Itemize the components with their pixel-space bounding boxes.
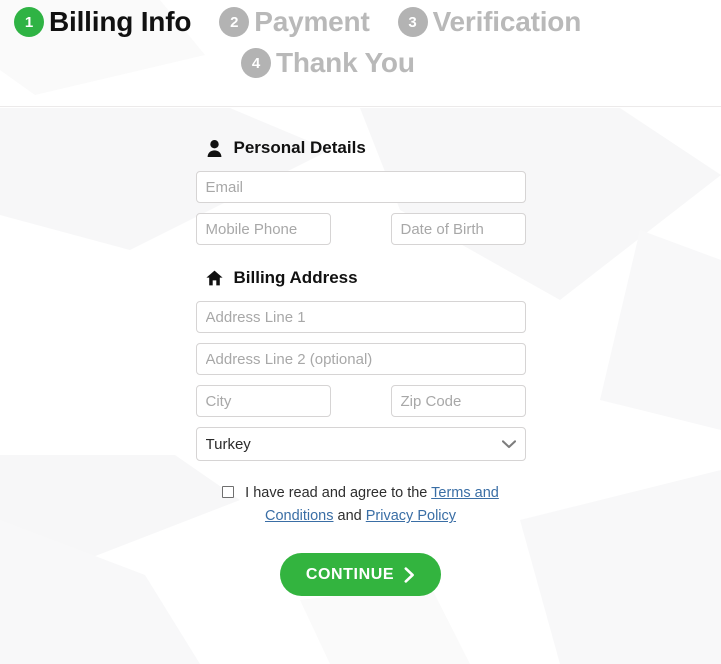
person-icon — [204, 137, 226, 159]
step-item-payment[interactable]: 2 Payment — [219, 6, 370, 37]
step-badge-4: 4 — [241, 48, 271, 78]
country-select[interactable]: Turkey — [195, 427, 526, 461]
home-icon — [204, 267, 226, 289]
continue-button-row: CONTINUE — [196, 553, 526, 597]
zip-code-input[interactable] — [390, 385, 526, 417]
step-badge-1: 1 — [14, 7, 44, 37]
step-badge-3: 3 — [397, 7, 428, 37]
mobile-dob-row — [195, 213, 526, 245]
email-row — [195, 171, 526, 203]
continue-button[interactable]: CONTINUE — [279, 553, 442, 597]
step-list: 1 Billing Info 2 Payment 3 Verification … — [0, 0, 721, 78]
billing-form: Personal Details Billing Address — [195, 107, 526, 597]
country-select-wrapper: Turkey — [195, 427, 526, 461]
billing-address-header: Billing Address — [204, 267, 526, 289]
email-input[interactable] — [195, 171, 526, 203]
city-input[interactable] — [195, 385, 331, 417]
address-line-1-input[interactable] — [195, 301, 526, 333]
personal-details-header: Personal Details — [204, 137, 526, 159]
city-zip-row — [195, 385, 526, 417]
billing-info-page: 1 Billing Info 2 Payment 3 Verification … — [0, 0, 721, 664]
step-label-thank-you: Thank You — [276, 47, 415, 78]
step-label-billing-info: Billing Info — [49, 6, 192, 37]
terms-checkbox[interactable] — [222, 486, 235, 498]
terms-text-before: I have read and agree to the — [245, 485, 428, 501]
step-badge-2: 2 — [219, 7, 250, 37]
step-label-payment: Payment — [254, 6, 370, 37]
mobile-phone-input[interactable] — [195, 213, 331, 245]
address-line-1-row — [195, 301, 526, 333]
terms-conjunction: and — [337, 508, 362, 525]
address-line-2-input[interactable] — [195, 343, 526, 375]
step-item-thank-you[interactable]: 4 Thank You — [241, 48, 415, 78]
step-label-verification: Verification — [432, 6, 582, 37]
billing-address-title: Billing Address — [233, 268, 358, 287]
personal-details-title: Personal Details — [233, 138, 366, 157]
step-item-billing-info[interactable]: 1 Billing Info — [14, 7, 191, 37]
date-of-birth-input[interactable] — [390, 213, 526, 245]
address-line-2-row — [195, 343, 526, 375]
step-item-verification[interactable]: 3 Verification — [397, 6, 582, 37]
step-list-row-2: 4 Thank You — [14, 48, 721, 78]
chevron-right-icon — [404, 567, 415, 583]
checkout-step-bar: 1 Billing Info 2 Payment 3 Verification … — [0, 0, 721, 107]
terms-agreement: I have read and agree to the Terms and C… — [196, 482, 526, 528]
continue-button-label: CONTINUE — [305, 565, 395, 583]
privacy-policy-link[interactable]: Privacy Policy — [366, 508, 456, 524]
